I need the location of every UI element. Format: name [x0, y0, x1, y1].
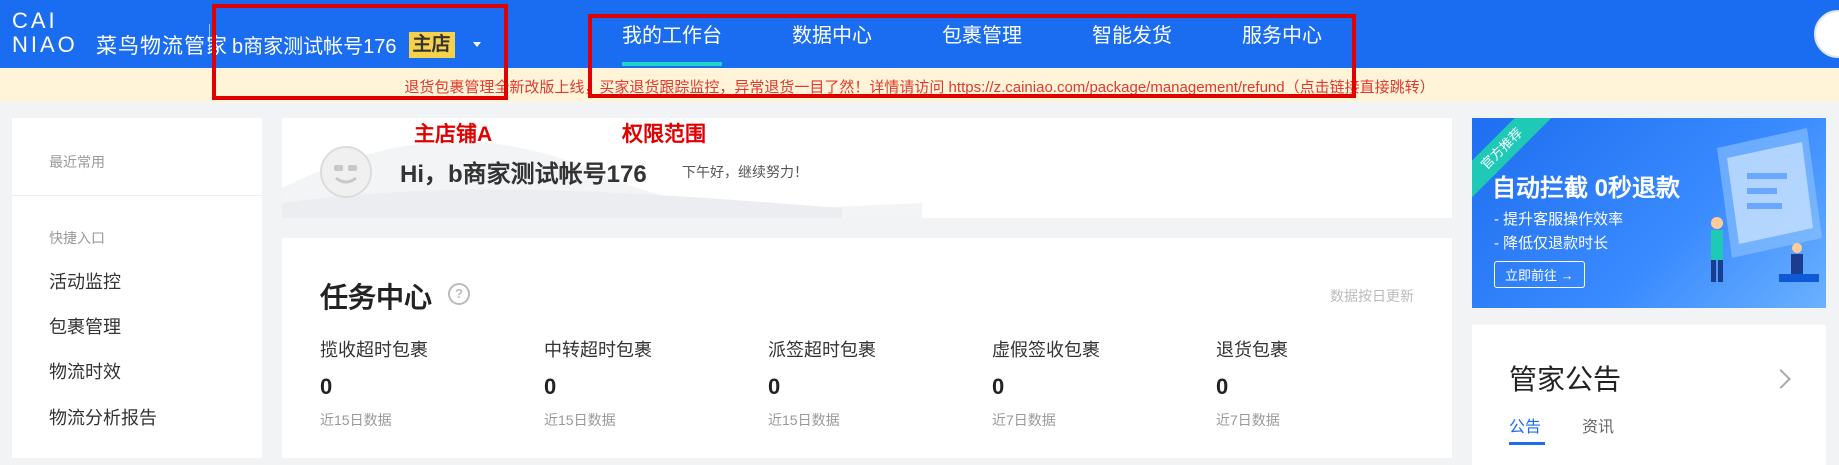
stat-value: 0	[992, 374, 1005, 399]
stat-value: 0	[544, 374, 557, 399]
stat-label: 虚假签收包裹	[992, 340, 1100, 360]
header-divider	[209, 24, 210, 54]
stat-range: 近7日数据	[1216, 412, 1280, 428]
tab-announcements[interactable]: 公告	[1509, 413, 1541, 437]
logo-mark: CAI NIAO	[12, 8, 88, 57]
stat-value: 0	[1216, 374, 1229, 399]
sidebar-recent-title: 最近常用	[49, 154, 105, 170]
announcement-card: 管家公告 公告 资讯	[1472, 325, 1826, 465]
promo-banner[interactable]: 官方推荐 自动拦截 0秒退款 - 提升客服操作效率 - 降低仅退款时长 立即前往…	[1472, 118, 1826, 308]
greeting-title: Hi，b商家测试帐号176	[400, 161, 647, 188]
task-center-note: 数据按日更新	[1330, 288, 1414, 304]
annotation-label-permission-scope: 权限范围	[622, 123, 706, 146]
banner-title: 自动拦截 0秒退款	[1492, 175, 1681, 202]
stat-label: 揽收超时包裹	[320, 340, 428, 360]
banner-go-button[interactable]: 立即前往 →	[1494, 261, 1585, 288]
stat-range: 近7日数据	[992, 412, 1056, 428]
stat-range: 近15日数据	[544, 412, 616, 428]
sidebar-item-logistics-timeliness[interactable]: 物流时效	[49, 358, 121, 384]
stat-label: 退货包裹	[1216, 340, 1288, 360]
task-center-card: 任务中心 ? 数据按日更新 揽收超时包裹 0 近15日数据 中转超时包裹 0 近…	[282, 238, 1452, 458]
active-tab-indicator	[1509, 442, 1545, 445]
banner-line: - 降低仅退款时长	[1494, 235, 1609, 252]
stat-delivery-timeout[interactable]: 派签超时包裹 0 近15日数据	[768, 336, 876, 430]
stat-fake-signature[interactable]: 虚假签收包裹 0 近7日数据	[992, 336, 1100, 430]
svg-text:CAI: CAI	[12, 8, 58, 33]
stat-label: 派签超时包裹	[768, 340, 876, 360]
annotation-label-main-store: 主店铺A	[414, 123, 493, 146]
task-center-title: 任务中心	[320, 282, 433, 313]
sidebar-item-activity-monitor[interactable]: 活动监控	[49, 268, 121, 294]
sidebar-item-package-management[interactable]: 包裹管理	[49, 313, 121, 339]
sidebar: 最近常用 快捷入口 活动监控 包裹管理 物流时效 物流分析报告	[12, 118, 262, 458]
sidebar-item-logistics-report[interactable]: 物流分析报告	[49, 404, 157, 430]
smiley-icon	[334, 165, 357, 184]
stat-return-packages[interactable]: 退货包裹 0 近7日数据	[1216, 336, 1288, 430]
sidebar-divider	[12, 195, 262, 196]
stat-range: 近15日数据	[320, 412, 392, 428]
question-circle-icon[interactable]: ?	[448, 283, 470, 305]
svg-text:NIAO: NIAO	[12, 32, 78, 56]
stat-range: 近15日数据	[768, 412, 840, 428]
stat-pickup-timeout[interactable]: 揽收超时包裹 0 近15日数据	[320, 336, 428, 430]
annotation-box-main-store	[212, 4, 508, 100]
stat-value: 0	[320, 374, 333, 399]
sidebar-quick-title: 快捷入口	[49, 230, 105, 246]
chevron-right-icon[interactable]	[1771, 369, 1791, 389]
announcement-card-title: 管家公告	[1509, 364, 1622, 395]
annotation-box-permission-scope	[588, 14, 1356, 98]
stat-transit-timeout[interactable]: 中转超时包裹 0 近15日数据	[544, 336, 652, 430]
cainiao-logo-icon: CAI NIAO	[12, 8, 78, 57]
user-avatar[interactable]	[1814, 10, 1839, 58]
tab-news[interactable]: 资讯	[1582, 413, 1614, 437]
stat-value: 0	[768, 374, 781, 399]
banner-line: - 提升客服操作效率	[1494, 211, 1624, 228]
user-face-avatar	[320, 146, 372, 198]
greeting-subtitle: 下午好，继续努力！	[682, 164, 808, 180]
stat-label: 中转超时包裹	[544, 340, 652, 360]
illustration-icon	[1711, 128, 1822, 282]
